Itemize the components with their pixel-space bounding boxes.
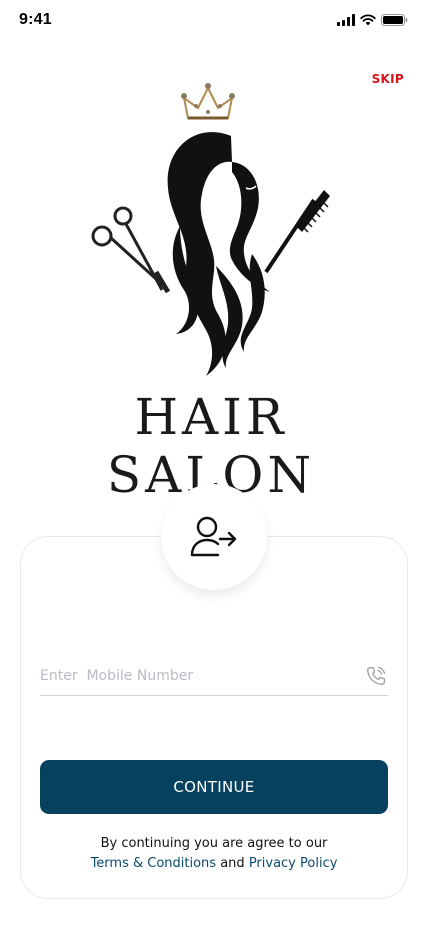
terms-and-text: and [220, 856, 245, 871]
wifi-icon [360, 14, 376, 26]
signal-icon [337, 14, 355, 26]
mobile-number-input[interactable] [40, 667, 364, 684]
login-screen: 9:41 SKIP HAIR SALON Enter Mobile Number… [0, 0, 428, 926]
terms-notice: By continuing you are agree to our Terms… [20, 834, 408, 874]
woman-hair-silhouette [167, 132, 270, 376]
terms-conditions-link[interactable]: Terms & Conditions [91, 856, 217, 871]
continue-button[interactable]: CONTINUE [40, 760, 388, 814]
battery-icon [381, 14, 408, 26]
privacy-policy-link[interactable]: Privacy Policy [249, 856, 338, 871]
comb-icon [264, 190, 330, 274]
mobile-number-field [40, 656, 388, 696]
user-login-icon [190, 516, 237, 557]
scissors-icon [91, 206, 171, 294]
terms-prefix: By continuing you are agree to our [100, 836, 328, 851]
status-icons [337, 14, 408, 26]
crown-icon [181, 83, 235, 120]
user-login-avatar [161, 484, 267, 590]
status-time: 9:41 [19, 11, 52, 28]
status-bar: 9:41 [0, 0, 428, 44]
phone-icon [367, 666, 386, 685]
terms-links-line: Terms & Conditions and Privacy Policy [20, 854, 408, 874]
skip-button[interactable]: SKIP [372, 72, 404, 86]
